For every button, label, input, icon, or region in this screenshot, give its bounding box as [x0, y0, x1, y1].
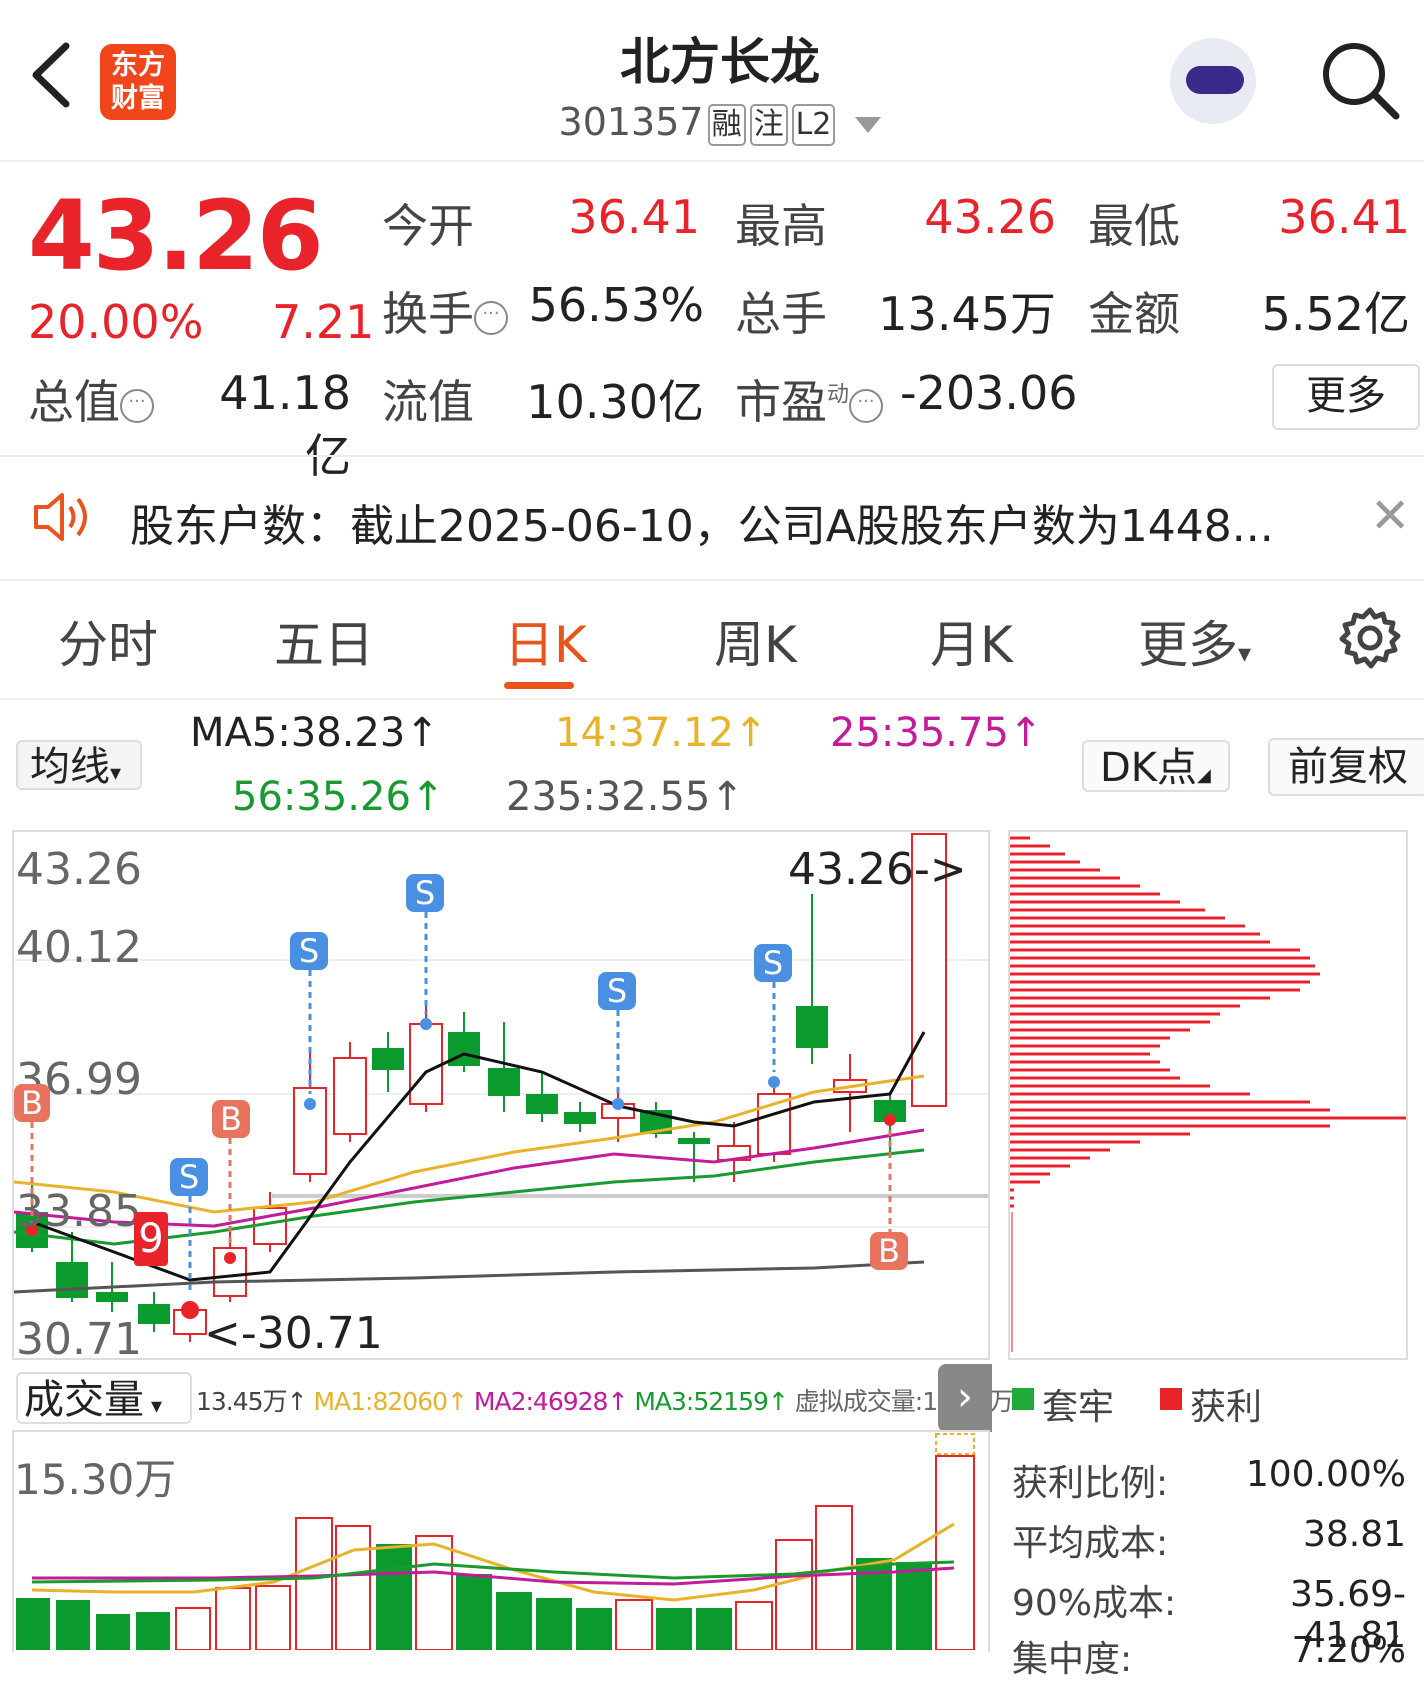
- info-icon[interactable]: ···: [120, 388, 154, 423]
- more-quote-button[interactable]: 更多: [1272, 364, 1420, 430]
- ma14-value: 14:37.12↑: [555, 710, 768, 756]
- stat-label-market-cap[interactable]: 总值 ···: [28, 366, 154, 432]
- robot-visor-icon: [1186, 66, 1244, 94]
- stat-label-low: 最低: [1088, 199, 1180, 253]
- legend-profit-label: 获利: [1190, 1387, 1263, 1428]
- kline-chart[interactable]: 43.26 40.12 36.99 33.85 30.71 43.26-> <-…: [12, 830, 990, 1365]
- chip-distribution-chart[interactable]: [1008, 830, 1408, 1360]
- ma25-value: 25:35.75↑: [830, 710, 1043, 756]
- stat-label-turnover[interactable]: 换手 ···: [382, 278, 508, 344]
- sell-signal-badge[interactable]: S: [754, 944, 792, 982]
- volume-chart[interactable]: 15.30万: [12, 1430, 990, 1652]
- info-icon[interactable]: ···: [849, 388, 884, 423]
- avg-cost-label: 平均成本:: [1012, 1523, 1169, 1564]
- stat-label-volume: 总手: [735, 287, 827, 341]
- tab-intraday[interactable]: 分时: [58, 605, 158, 677]
- divider: [0, 698, 1424, 700]
- adjust-selector[interactable]: 前复权: [1268, 738, 1424, 796]
- tab-monthly-k[interactable]: 月K: [930, 605, 1013, 677]
- sell-signal-badge[interactable]: S: [598, 972, 636, 1010]
- concentration-value: 7.20%: [1291, 1630, 1406, 1671]
- ma5-value: MA5:38.23↑: [190, 710, 439, 756]
- current-price: 43.26: [28, 180, 324, 292]
- change-amount: 7.21: [272, 295, 375, 349]
- profit-ratio-value: 100.00%: [1245, 1454, 1406, 1495]
- dk-point-selector[interactable]: DK点◢: [1082, 740, 1230, 792]
- y-axis-label: 33.85: [16, 1186, 142, 1237]
- stat-value-pe: -203.06: [900, 366, 1078, 420]
- expand-arrow-icon[interactable]: ›: [938, 1364, 992, 1432]
- stat-value-amount: 5.52亿: [1261, 287, 1410, 341]
- stat-value-volume: 13.45万: [878, 287, 1056, 341]
- y-axis-label: 30.71: [16, 1314, 142, 1365]
- notice-text[interactable]: 股东户数：截止2025-06-10，公司A股股东户数为1448...: [130, 490, 1274, 554]
- search-icon[interactable]: [1320, 40, 1400, 120]
- stat-label-pe[interactable]: 市盈动 ···: [735, 366, 884, 432]
- volume-ma3: MA3:52159↑: [634, 1387, 788, 1416]
- buy-signal-badge[interactable]: B: [14, 1084, 50, 1122]
- ma56-value: 56:35.26↑: [232, 774, 445, 820]
- legend-swatch-profit: [1160, 1388, 1182, 1410]
- concentration-label: 集中度:: [1012, 1639, 1133, 1680]
- indicator-selector[interactable]: 均线▾: [16, 740, 142, 790]
- tag-level2: L2: [791, 103, 836, 146]
- high-price-label: 43.26->: [788, 844, 967, 895]
- profit-ratio-label: 获利比例:: [1012, 1463, 1169, 1504]
- stat-label-high: 最高: [735, 199, 827, 253]
- settings-gear-icon[interactable]: [1338, 606, 1402, 674]
- tab-weekly-k[interactable]: 周K: [714, 605, 797, 677]
- stat-value-open: 36.41: [568, 190, 700, 244]
- sell-signal-badge[interactable]: S: [406, 874, 444, 912]
- speaker-icon: [32, 490, 96, 548]
- stat-label-float-cap: 流值: [382, 375, 474, 429]
- stock-code: 301357: [558, 100, 704, 144]
- stat-label-open: 今开: [382, 199, 474, 253]
- avg-cost-value: 38.81: [1302, 1514, 1406, 1555]
- stat-label-amount: 金额: [1088, 287, 1180, 341]
- info-icon[interactable]: ···: [474, 300, 508, 335]
- volume-value: 13.45万↑: [196, 1387, 308, 1416]
- tag-watch: 注: [749, 103, 788, 146]
- dropdown-triangle-icon: [855, 116, 882, 133]
- legend-swatch-loss: [1012, 1388, 1034, 1410]
- stat-value-high: 43.26: [924, 190, 1056, 244]
- stat-value-low: 36.41: [1278, 190, 1410, 244]
- stat-value-float-cap: 10.30亿: [526, 375, 704, 429]
- tab-daily-k[interactable]: 日K: [504, 605, 587, 677]
- sell-signal-badge[interactable]: S: [290, 932, 328, 970]
- volume-indicator-selector[interactable]: 成交量 ▾: [16, 1372, 192, 1424]
- volume-ma1: MA1:82060↑: [313, 1387, 467, 1416]
- tab-more[interactable]: 更多▾: [1138, 605, 1251, 677]
- tab-five-day[interactable]: 五日: [274, 605, 374, 677]
- ma235-value: 235:32.55↑: [506, 774, 744, 820]
- y-axis-label: 40.12: [16, 922, 142, 973]
- legend-loss-label: 套牢: [1042, 1387, 1115, 1428]
- nine-turn-badge: 9: [134, 1212, 168, 1266]
- volume-indicators: 13.45万↑ MA1:82060↑ MA2:46928↑ MA3:52159↑…: [196, 1382, 1014, 1418]
- cost-90-label: 90%成本:: [1012, 1583, 1177, 1624]
- y-axis-label: 43.26: [16, 844, 142, 895]
- sell-signal-badge[interactable]: S: [170, 1158, 208, 1196]
- tag-margin: 融: [707, 103, 746, 146]
- dropdown-triangle-icon: ▾: [1238, 639, 1252, 669]
- volume-ma2: MA2:46928↑: [473, 1387, 628, 1416]
- buy-signal-badge[interactable]: B: [870, 1232, 908, 1270]
- close-icon[interactable]: ✕: [1370, 488, 1410, 544]
- active-tab-indicator: [504, 682, 574, 689]
- stat-value-turnover: 56.53%: [528, 278, 704, 332]
- change-percent: 20.00%: [28, 295, 204, 349]
- low-price-label: <-30.71: [204, 1308, 383, 1359]
- buy-signal-badge[interactable]: B: [212, 1100, 250, 1138]
- volume-y-axis-label: 15.30万: [14, 1455, 177, 1504]
